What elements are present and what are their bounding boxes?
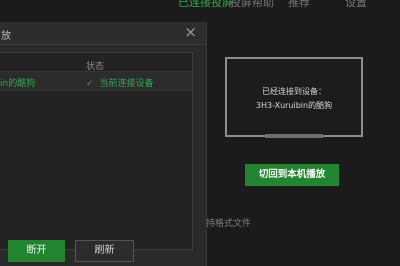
switch-to-local-button[interactable]: 切回到本机播放 [245, 164, 339, 186]
status-text: 当前连接设备 [99, 79, 154, 89]
device-name-cell: in的酷狗 [0, 79, 36, 89]
dialog-title-bar: 放 × [0, 22, 206, 45]
check-icon: ✓ [86, 79, 94, 89]
device-list-dialog: 放 × 状态 in的酷狗 ✓ 当前连接设备 断开 刷新 [0, 22, 207, 266]
monitor-illustration: 已经连接到设备： 3H3-Xuruibin的酷狗 [225, 57, 363, 137]
top-menu-item[interactable]: 推荐 [288, 0, 310, 10]
format-hint-text: 持格式文件 [206, 219, 252, 229]
top-menu-item[interactable]: 设置 [345, 0, 367, 10]
disconnect-button[interactable]: 断开 [8, 240, 65, 262]
close-icon[interactable]: × [184, 24, 197, 40]
top-menu-item[interactable]: 已连接投屏 [178, 0, 233, 10]
refresh-button[interactable]: 刷新 [75, 240, 134, 262]
connected-label: 已经连接到设备： [262, 87, 326, 96]
top-menu-item[interactable]: 投屏帮助 [230, 0, 274, 10]
monitor-stand [265, 134, 323, 138]
connected-device-name: 3H3-Xuruibin的酷狗 [255, 101, 333, 110]
device-table: 状态 in的酷狗 ✓ 当前连接设备 [0, 52, 193, 250]
status-cell: ✓ 当前连接设备 [86, 76, 154, 89]
top-menu: 已连接投屏 投屏帮助 推荐 设置 [170, 0, 400, 10]
table-row[interactable]: in的酷狗 ✓ 当前连接设备 [0, 71, 192, 91]
dialog-title: 放 [1, 31, 11, 42]
